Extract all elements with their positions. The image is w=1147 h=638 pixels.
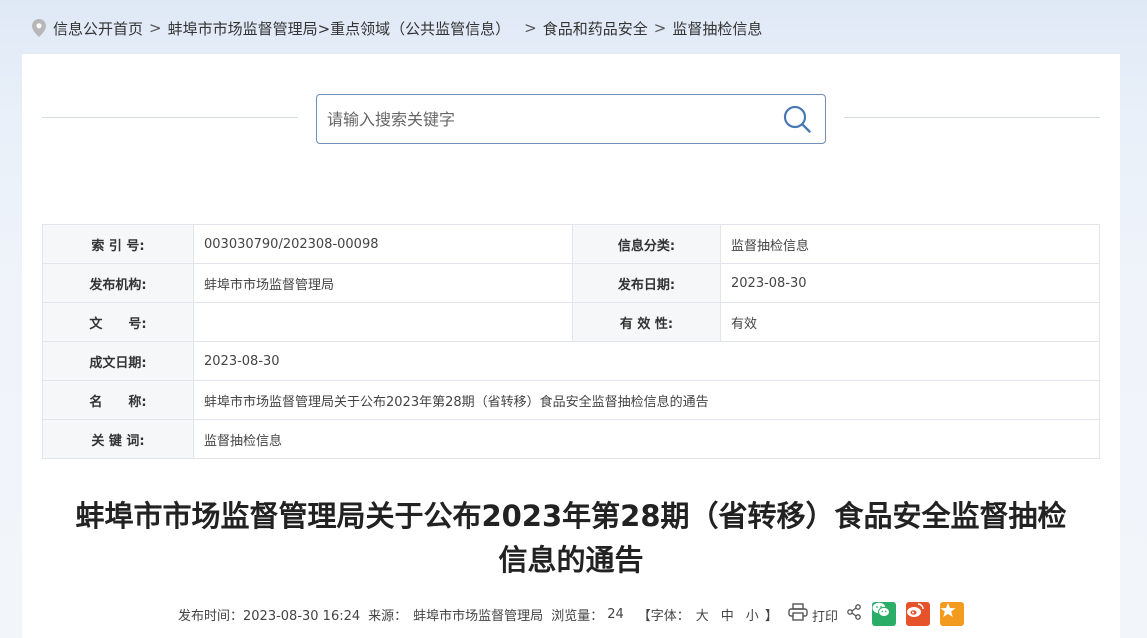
search-box bbox=[316, 94, 826, 144]
category-value: 监督抽检信息 bbox=[720, 224, 1100, 264]
font-size-small[interactable]: 小 bbox=[746, 605, 759, 624]
share-wechat-button[interactable] bbox=[871, 602, 896, 626]
article-title: 蚌埠市市场监督管理局关于公布2023年第28期（省转移）食品安全监督抽检 信息的… bbox=[22, 494, 1120, 582]
pubdate-label: 发布日期: bbox=[572, 263, 721, 303]
search-icon bbox=[783, 105, 811, 133]
breadcrumb: 信息公开首页 > 蚌埠市市场监督管理局>重点领域（公共监管信息） > 食品和药品… bbox=[32, 17, 762, 39]
print-button[interactable]: 打印 bbox=[788, 603, 838, 625]
search-divider-left bbox=[42, 117, 298, 118]
print-label: 打印 bbox=[811, 610, 838, 625]
search-input[interactable] bbox=[317, 95, 769, 143]
validity-label: 有 效 性: bbox=[572, 302, 721, 342]
breadcrumb-inspection-link[interactable]: 监督抽检信息 bbox=[672, 18, 762, 39]
location-icon bbox=[32, 19, 46, 37]
org-label: 发布机构: bbox=[42, 263, 194, 303]
share-icon bbox=[847, 604, 861, 620]
font-size-label: 【字体： bbox=[637, 608, 690, 624]
breadcrumb-home-link[interactable]: 信息公开首页 bbox=[53, 18, 143, 39]
breadcrumb-bureau-link[interactable]: 蚌埠市市场监督管理局>重点领域（公共监管信息） bbox=[168, 18, 511, 39]
article-title-line1: 蚌埠市市场监督管理局关于公布2023年第28期（省转移）食品安全监督抽检 bbox=[75, 499, 1067, 533]
font-size-medium[interactable]: 中 bbox=[721, 605, 734, 624]
table-row: 名 称: 蚌埠市市场监督管理局关于公布2023年第28期（省转移）食品安全监督抽… bbox=[42, 380, 1100, 420]
org-value: 蚌埠市市场监督管理局 bbox=[193, 263, 573, 303]
content-panel: 索 引 号: 003030790/202308-00098 信息分类: 监督抽检… bbox=[22, 54, 1120, 638]
search-divider-right bbox=[844, 117, 1100, 118]
index-value: 003030790/202308-00098 bbox=[193, 224, 573, 264]
source-value: 蚌埠市市场监督管理局 bbox=[413, 608, 544, 624]
table-row: 关 键 词: 监督抽检信息 bbox=[42, 419, 1100, 459]
keywords-label: 关 键 词: bbox=[42, 419, 194, 459]
category-label: 信息分类: bbox=[572, 224, 721, 264]
validity-value: 有效 bbox=[720, 302, 1100, 342]
table-row: 文 号: 有 效 性: 有效 bbox=[42, 302, 1100, 342]
weibo-icon bbox=[906, 603, 924, 617]
name-value: 蚌埠市市场监督管理局关于公布2023年第28期（省转移）食品安全监督抽检信息的通… bbox=[193, 380, 1100, 420]
table-row: 成文日期: 2023-08-30 bbox=[42, 341, 1100, 381]
search-button[interactable] bbox=[769, 95, 825, 143]
name-label: 名 称: bbox=[42, 380, 194, 420]
created-label: 成文日期: bbox=[42, 341, 194, 381]
breadcrumb-food-drug-link[interactable]: 食品和药品安全 bbox=[543, 18, 648, 39]
star-icon bbox=[940, 603, 956, 617]
docno-label: 文 号: bbox=[42, 302, 194, 342]
share-button[interactable] bbox=[846, 604, 862, 624]
created-value: 2023-08-30 bbox=[193, 341, 1100, 381]
breadcrumb-separator: > bbox=[653, 19, 667, 37]
publish-time: 发布时间：2023-08-30 16:24 bbox=[178, 608, 361, 624]
table-row: 索 引 号: 003030790/202308-00098 信息分类: 监督抽检… bbox=[42, 224, 1100, 264]
font-size-close: 】 bbox=[764, 608, 778, 624]
metadata-table: 索 引 号: 003030790/202308-00098 信息分类: 监督抽检… bbox=[42, 224, 1100, 459]
index-label: 索 引 号: bbox=[42, 224, 194, 264]
source-label: 来源： bbox=[368, 608, 408, 624]
article-info-bar: 发布时间：2023-08-30 16:24 来源： 蚌埠市市场监督管理局 浏览量… bbox=[22, 600, 1120, 628]
favorite-button[interactable] bbox=[939, 602, 964, 626]
font-size-large[interactable]: 大 bbox=[696, 605, 709, 624]
docno-value bbox=[193, 302, 573, 342]
breadcrumb-separator: > bbox=[524, 19, 537, 37]
print-icon bbox=[788, 603, 808, 621]
views-label: 浏览量： bbox=[551, 608, 604, 624]
breadcrumb-separator: > bbox=[149, 19, 162, 37]
keywords-value: 监督抽检信息 bbox=[193, 419, 1100, 459]
pubdate-value: 2023-08-30 bbox=[720, 263, 1100, 303]
share-weibo-button[interactable] bbox=[905, 602, 930, 626]
article-title-line2: 信息的通告 bbox=[498, 543, 644, 577]
views-count: 24 bbox=[607, 606, 624, 622]
wechat-icon bbox=[872, 602, 890, 618]
table-row: 发布机构: 蚌埠市市场监督管理局 发布日期: 2023-08-30 bbox=[42, 263, 1100, 303]
